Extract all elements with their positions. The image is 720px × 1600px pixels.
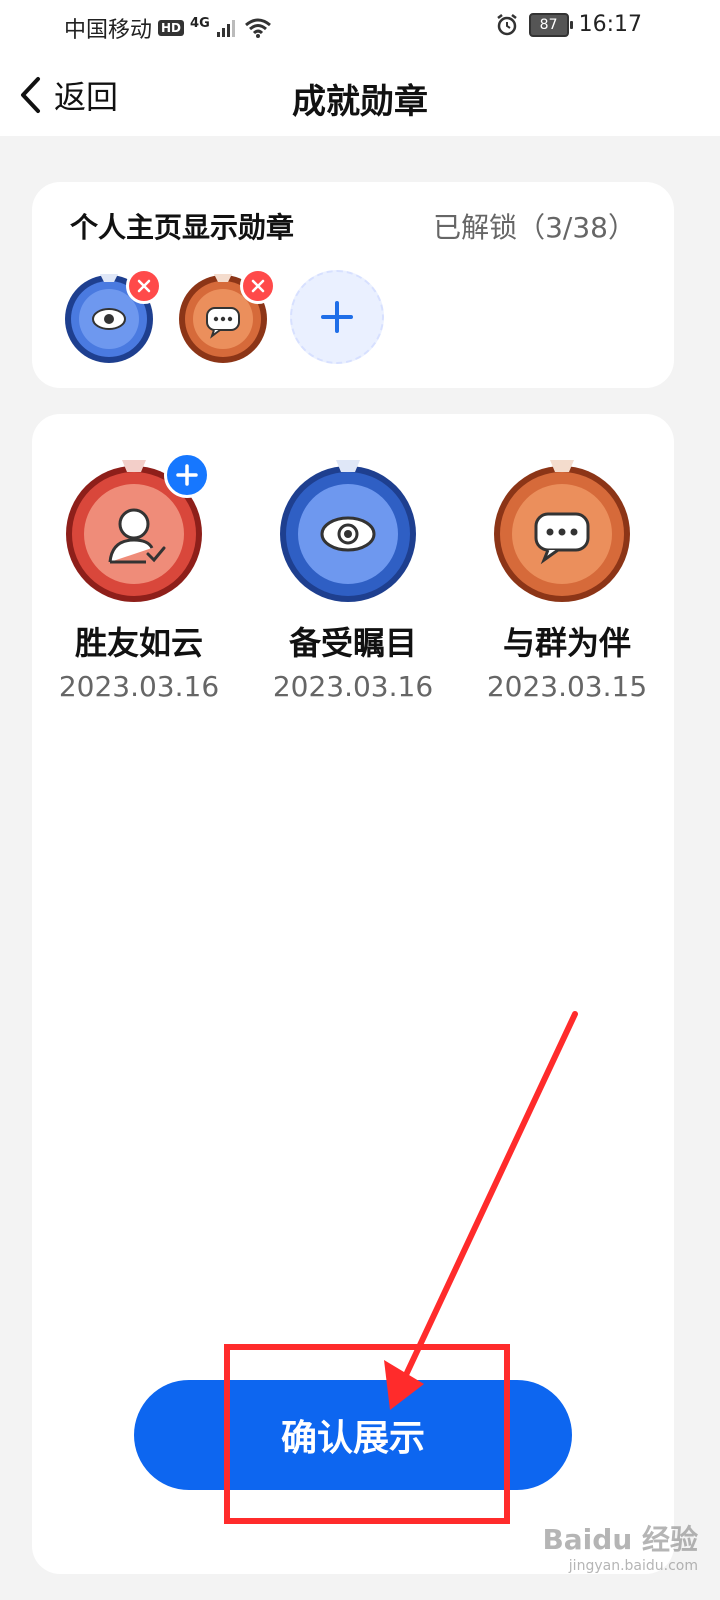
close-icon: [251, 279, 265, 293]
chat-bubble-medal-icon: [494, 460, 630, 602]
medal-name: 备受瞩目: [288, 624, 417, 662]
watermark-main: Baidu 经验: [542, 1523, 698, 1556]
add-to-display-button[interactable]: [164, 452, 210, 498]
medal-name: 与群为伴: [502, 624, 631, 662]
medal-badge: [492, 454, 642, 604]
medal-date: 2023.03.15: [486, 670, 648, 703]
remove-medal-button[interactable]: [126, 268, 162, 304]
medal-name: 胜友如云: [74, 624, 203, 662]
clock-time: 16:17: [578, 12, 642, 37]
status-right: 87 16:17: [495, 12, 642, 37]
medal-date: 2023.03.16: [58, 670, 220, 703]
eye-medal-icon: [280, 460, 416, 602]
close-icon: [137, 279, 151, 293]
selected-medal-eye[interactable]: [62, 268, 162, 364]
medal-badge: [64, 452, 214, 604]
unlocked-count: 已解锁（3/38）: [433, 211, 636, 244]
network-label: 4G: [190, 15, 210, 31]
page-title: 成就勋章: [292, 82, 428, 122]
hd-badge: HD: [158, 20, 185, 36]
battery-icon: 87: [528, 12, 573, 37]
display-medals-card: 个人主页显示勋章 已解锁（3/38）: [32, 182, 674, 388]
medal-date: 2023.03.16: [272, 670, 434, 703]
alarm-icon: [496, 13, 517, 35]
wifi-icon: [244, 18, 271, 38]
display-medals-title: 个人主页显示勋章: [70, 211, 295, 244]
status-left: 中国移动 HD 4G: [64, 12, 272, 44]
selected-medal-chat[interactable]: [176, 268, 276, 364]
confirm-display-button[interactable]: 确认展示: [134, 1380, 572, 1490]
watermark-sub: jingyan.baidu.com: [568, 1558, 698, 1574]
medal-badge: [278, 454, 428, 604]
medal-grid: 胜友如云 2023.03.16 备受瞩目 2023.03.16 与群为伴 202…: [32, 452, 674, 703]
medal-item[interactable]: 胜友如云 2023.03.16: [39, 452, 239, 703]
plus-icon: [321, 301, 353, 333]
remove-medal-button[interactable]: [240, 268, 276, 304]
baidu-watermark: Baidu 经验 jingyan.baidu.com: [542, 1518, 698, 1574]
carrier-label: 中国移动: [64, 18, 153, 43]
add-medal-slot[interactable]: [290, 270, 384, 364]
nav-bar: 返回 成就勋章: [0, 52, 720, 136]
medal-item[interactable]: 与群为伴 2023.03.15: [467, 454, 667, 703]
selected-medals-row: [62, 268, 384, 364]
signal-icon: [216, 20, 235, 37]
status-bar: 中国移动 HD 4G 87 16:17: [0, 0, 720, 52]
plus-icon: [176, 464, 198, 486]
medal-item[interactable]: 备受瞩目 2023.03.16: [253, 454, 453, 703]
